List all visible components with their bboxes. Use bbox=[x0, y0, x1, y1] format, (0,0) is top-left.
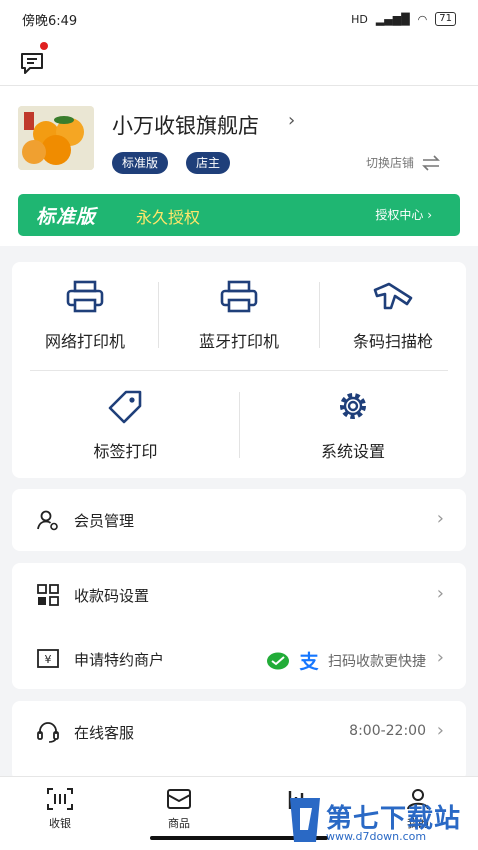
license-center-link[interactable]: 授权中心 › bbox=[375, 206, 432, 223]
tool-label: 系统设置 bbox=[320, 442, 385, 461]
scan-icon bbox=[47, 788, 73, 810]
online-service-label: 在线客服 bbox=[74, 724, 135, 742]
tool-network-printer[interactable]: 网络打印机 bbox=[12, 280, 158, 352]
chevron-right-icon[interactable]: › bbox=[288, 110, 295, 131]
network-label: HD bbox=[351, 12, 368, 26]
license-banner[interactable]: 标准版 永久授权 授权中心 › bbox=[18, 194, 460, 236]
divider bbox=[30, 370, 448, 371]
tab-label: 商品 bbox=[168, 817, 190, 830]
tab-cashier[interactable]: 收银 bbox=[30, 787, 90, 831]
store-avatar[interactable] bbox=[18, 106, 94, 170]
member-management-label: 会员管理 bbox=[74, 512, 135, 530]
top-bar bbox=[0, 38, 478, 86]
bluetooth-printer-icon bbox=[220, 280, 258, 313]
member-icon bbox=[37, 510, 58, 531]
chevron-right-icon: › bbox=[436, 647, 444, 668]
online-service-item[interactable]: 在线客服 8:00-22:00 › bbox=[12, 712, 466, 752]
store-name[interactable]: 小万收银旗舰店 bbox=[112, 110, 259, 140]
qrcode-icon bbox=[37, 584, 59, 606]
orange-image bbox=[18, 106, 94, 170]
member-management-item[interactable]: 会员管理 › bbox=[12, 500, 466, 540]
qrcode-settings-item[interactable]: 收款码设置 › bbox=[12, 575, 466, 615]
box-icon bbox=[167, 789, 191, 809]
tool-label-print[interactable]: 标签打印 bbox=[12, 388, 239, 462]
license-title: 标准版 bbox=[36, 206, 97, 228]
tools-card: 网络打印机 蓝牙打印机 条码扫描枪 标签打印 系统设置 bbox=[12, 262, 466, 478]
tool-system-settings[interactable]: 系统设置 bbox=[240, 388, 466, 462]
alipay-icon: 支 bbox=[298, 651, 319, 672]
battery-icon: 71 bbox=[435, 12, 456, 26]
chevron-right-icon: › bbox=[436, 583, 444, 604]
tool-label: 网络打印机 bbox=[44, 332, 125, 351]
message-icon[interactable] bbox=[18, 48, 48, 78]
tool-label: 标签打印 bbox=[93, 442, 158, 461]
tool-bluetooth-printer[interactable]: 蓝牙打印机 bbox=[159, 280, 319, 352]
merchant-hint-label: 扫码收款更快捷 bbox=[328, 654, 426, 670]
switch-store-button[interactable]: 切换店铺 bbox=[366, 154, 442, 171]
qrcode-settings-label: 收款码设置 bbox=[74, 587, 150, 605]
printer-icon bbox=[66, 280, 104, 313]
special-merchant-item[interactable]: ¥ 申请特约商户 支 扫码收款更快捷 › bbox=[12, 639, 466, 679]
merchant-icon: ¥ bbox=[37, 649, 59, 668]
service-hours: 8:00-22:00 bbox=[349, 723, 426, 739]
svg-text:支: 支 bbox=[298, 651, 319, 672]
license-subtitle: 永久授权 bbox=[136, 208, 201, 227]
chevron-right-icon: › bbox=[436, 720, 444, 741]
wifi-icon: ◠ bbox=[417, 12, 428, 26]
signal-icon: ▂▄▆█ bbox=[375, 12, 410, 26]
watermark-url: www.d7down.com bbox=[326, 830, 427, 843]
svg-text:¥: ¥ bbox=[45, 653, 52, 666]
barcode-scanner-icon bbox=[373, 282, 413, 310]
tool-barcode-scanner[interactable]: 条码扫描枪 bbox=[320, 280, 466, 352]
merchant-hint: 支 扫码收款更快捷 bbox=[266, 650, 426, 672]
status-time: 傍晚6:49 bbox=[22, 13, 78, 29]
tab-label: 收银 bbox=[49, 817, 71, 830]
role-tag: 店主 bbox=[186, 152, 231, 174]
unread-dot bbox=[40, 42, 48, 50]
swap-icon bbox=[422, 154, 440, 171]
store-header: 小万收银旗舰店 › 标准版 店主 切换店铺 标准版 永久授权 授权中心 › bbox=[0, 86, 478, 246]
switch-store-label: 切换店铺 bbox=[365, 156, 414, 170]
member-card: 会员管理 › bbox=[12, 489, 466, 551]
edition-tag: 标准版 bbox=[112, 152, 169, 174]
special-merchant-label: 申请特约商户 bbox=[74, 651, 165, 669]
tab-products[interactable]: 商品 bbox=[149, 787, 209, 831]
gear-icon bbox=[340, 393, 366, 419]
tag-icon bbox=[108, 390, 141, 424]
status-bar: 傍晚6:49 HD ▂▄▆█ ◠ 71 bbox=[0, 0, 478, 38]
status-icons: HD ▂▄▆█ ◠ 71 bbox=[351, 12, 456, 26]
headset-icon bbox=[37, 722, 59, 743]
wechat-pay-icon bbox=[267, 652, 289, 670]
chevron-right-icon: › bbox=[436, 508, 444, 529]
license-center-label: 授权中心 bbox=[375, 208, 424, 222]
tool-label: 蓝牙打印机 bbox=[198, 332, 279, 351]
payment-card: 收款码设置 › ¥ 申请特约商户 支 扫码收款更快捷 › bbox=[12, 563, 466, 689]
tool-label: 条码扫描枪 bbox=[352, 332, 433, 351]
service-card: 在线客服 8:00-22:00 › bbox=[12, 701, 466, 781]
